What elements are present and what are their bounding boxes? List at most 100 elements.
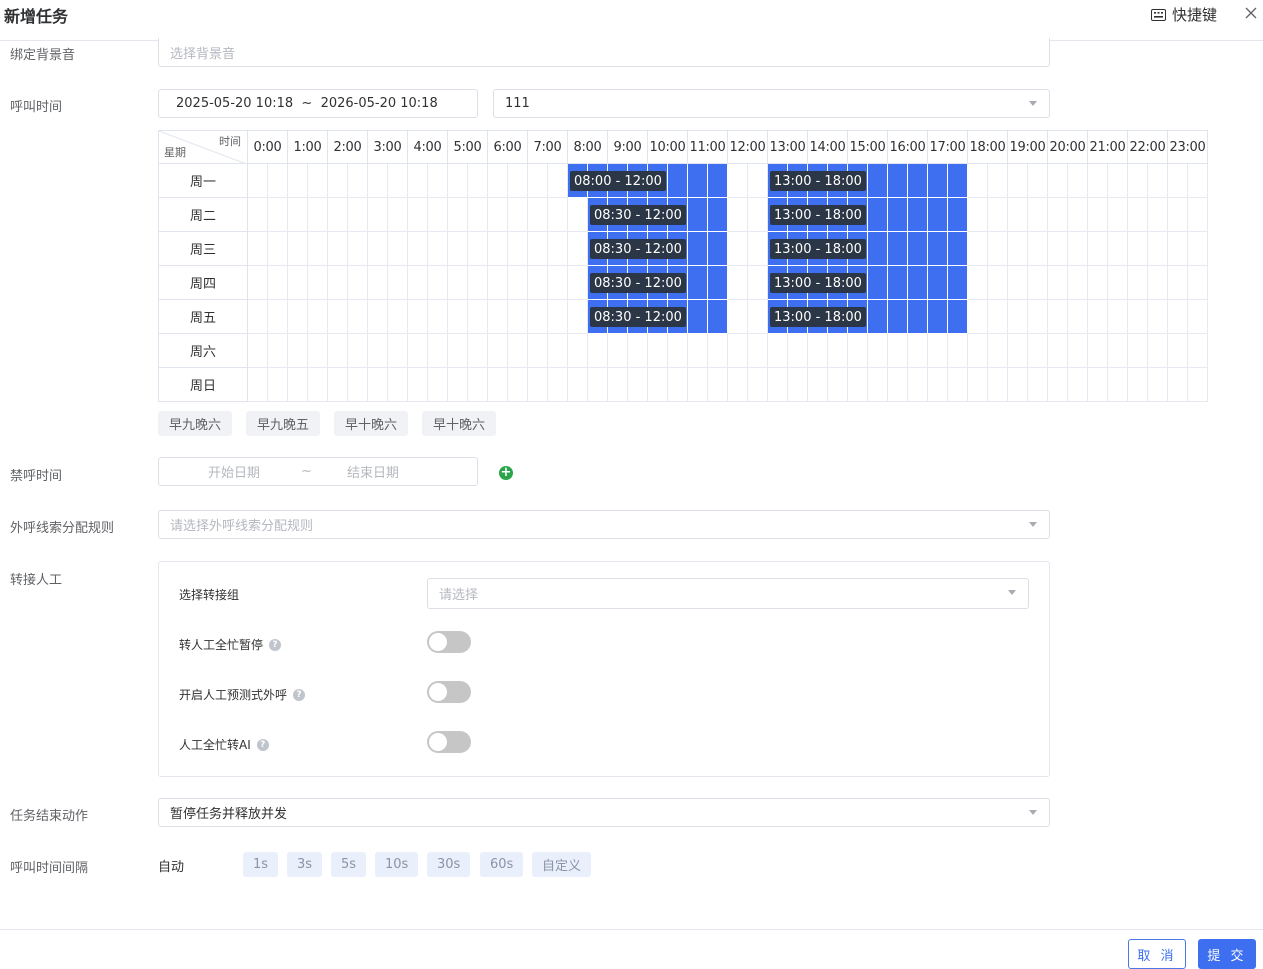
schedule-cell[interactable] [1068,164,1088,198]
add-dnd-icon[interactable]: + [499,466,513,480]
schedule-cell[interactable] [488,266,508,300]
schedule-cell[interactable] [528,334,548,368]
schedule-cell[interactable] [448,300,468,334]
schedule-cell[interactable] [528,232,548,266]
schedule-cell[interactable] [708,300,728,334]
schedule-cell[interactable] [868,334,888,368]
schedule-cell[interactable] [388,164,408,198]
schedule-cell[interactable] [268,334,288,368]
interval-option[interactable]: 10s [375,852,419,877]
schedule-cell[interactable] [1028,368,1048,402]
schedule-cell[interactable] [388,368,408,402]
schedule-cell[interactable] [768,368,788,402]
schedule-cell[interactable] [1128,300,1148,334]
schedule-cell[interactable] [1048,368,1068,402]
schedule-cell[interactable] [848,334,868,368]
schedule-cell[interactable] [968,334,988,368]
schedule-cell[interactable] [548,300,568,334]
schedule-cell[interactable] [528,198,548,232]
schedule-cell[interactable] [328,164,348,198]
schedule-cell[interactable] [1168,198,1188,232]
schedule-cell[interactable] [1168,300,1188,334]
schedule-cell[interactable] [388,232,408,266]
schedule-cell[interactable] [908,334,928,368]
schedule-cell[interactable] [408,300,428,334]
schedule-cell[interactable] [648,334,668,368]
schedule-cell[interactable] [1068,368,1088,402]
schedule-cell[interactable] [268,232,288,266]
schedule-cell[interactable] [1128,198,1148,232]
schedule-cell[interactable] [308,334,328,368]
schedule-cell[interactable] [368,232,388,266]
schedule-cell[interactable] [1088,266,1108,300]
schedule-cell[interactable] [1008,198,1028,232]
schedule-cell[interactable] [1088,368,1108,402]
schedule-cell[interactable] [1068,198,1088,232]
schedule-cell[interactable] [408,368,428,402]
schedule-cell[interactable] [508,300,528,334]
schedule-cell[interactable] [468,266,488,300]
schedule-cell[interactable] [448,368,468,402]
schedule-cell[interactable] [748,368,768,402]
schedule-cell[interactable] [928,368,948,402]
schedule-cell[interactable] [448,232,468,266]
schedule-cell[interactable] [328,368,348,402]
interval-option[interactable]: 3s [287,852,323,877]
schedule-cell[interactable] [1188,334,1208,368]
schedule-cell[interactable] [1108,300,1128,334]
schedule-cell[interactable] [408,164,428,198]
schedule-cell[interactable] [388,198,408,232]
interval-option[interactable]: 5s [331,852,367,877]
schedule-cell[interactable] [1088,198,1108,232]
schedule-cell[interactable] [888,368,908,402]
schedule-cell[interactable] [408,334,428,368]
schedule-cell[interactable] [428,368,448,402]
schedule-cell[interactable] [248,300,268,334]
schedule-cell[interactable] [348,334,368,368]
schedule-cell[interactable] [1028,164,1048,198]
schedule-cell[interactable] [1168,232,1188,266]
schedule-cell[interactable] [308,232,328,266]
schedule-cell[interactable] [708,368,728,402]
schedule-cell[interactable] [1168,368,1188,402]
schedule-cell[interactable] [688,334,708,368]
schedule-cell[interactable] [1068,300,1088,334]
schedule-cell[interactable] [688,232,708,266]
schedule-cell[interactable] [1148,232,1168,266]
interval-option[interactable]: 60s [480,852,524,877]
schedule-cell[interactable] [428,300,448,334]
schedule-cell[interactable] [428,164,448,198]
schedule-cell[interactable] [488,198,508,232]
schedule-cell[interactable] [1188,232,1208,266]
schedule-cell[interactable] [488,368,508,402]
schedule-cell[interactable] [448,198,468,232]
schedule-cell[interactable] [288,164,308,198]
schedule-cell[interactable] [928,232,948,266]
interval-option[interactable]: 1s [243,852,279,877]
schedule-cell[interactable] [308,368,328,402]
schedule-cell[interactable] [588,334,608,368]
schedule-cell[interactable] [988,368,1008,402]
schedule-cell[interactable] [988,334,1008,368]
schedule-cell[interactable] [388,266,408,300]
schedule-cell[interactable] [1048,266,1068,300]
schedule-cell[interactable] [1008,164,1028,198]
schedule-cell[interactable] [908,266,928,300]
schedule-cell[interactable] [688,368,708,402]
schedule-cell[interactable] [968,164,988,198]
schedule-cell[interactable] [908,368,928,402]
schedule-cell[interactable] [1008,300,1028,334]
schedule-cell[interactable] [608,334,628,368]
schedule-cell[interactable] [248,198,268,232]
schedule-cell[interactable] [1128,164,1148,198]
schedule-cell[interactable] [528,300,548,334]
schedule-cell[interactable] [628,368,648,402]
preset-button[interactable]: 早十晚六 [422,411,497,436]
schedule-cell[interactable] [628,334,648,368]
schedule-cell[interactable] [708,266,728,300]
busy-to-ai-toggle[interactable] [427,731,471,753]
schedule-cell[interactable] [548,232,568,266]
schedule-cell[interactable] [548,334,568,368]
date-range-picker[interactable]: 2025-05-20 10:18 ~ 2026-05-20 10:18 [158,89,478,118]
schedule-cell[interactable] [368,198,388,232]
